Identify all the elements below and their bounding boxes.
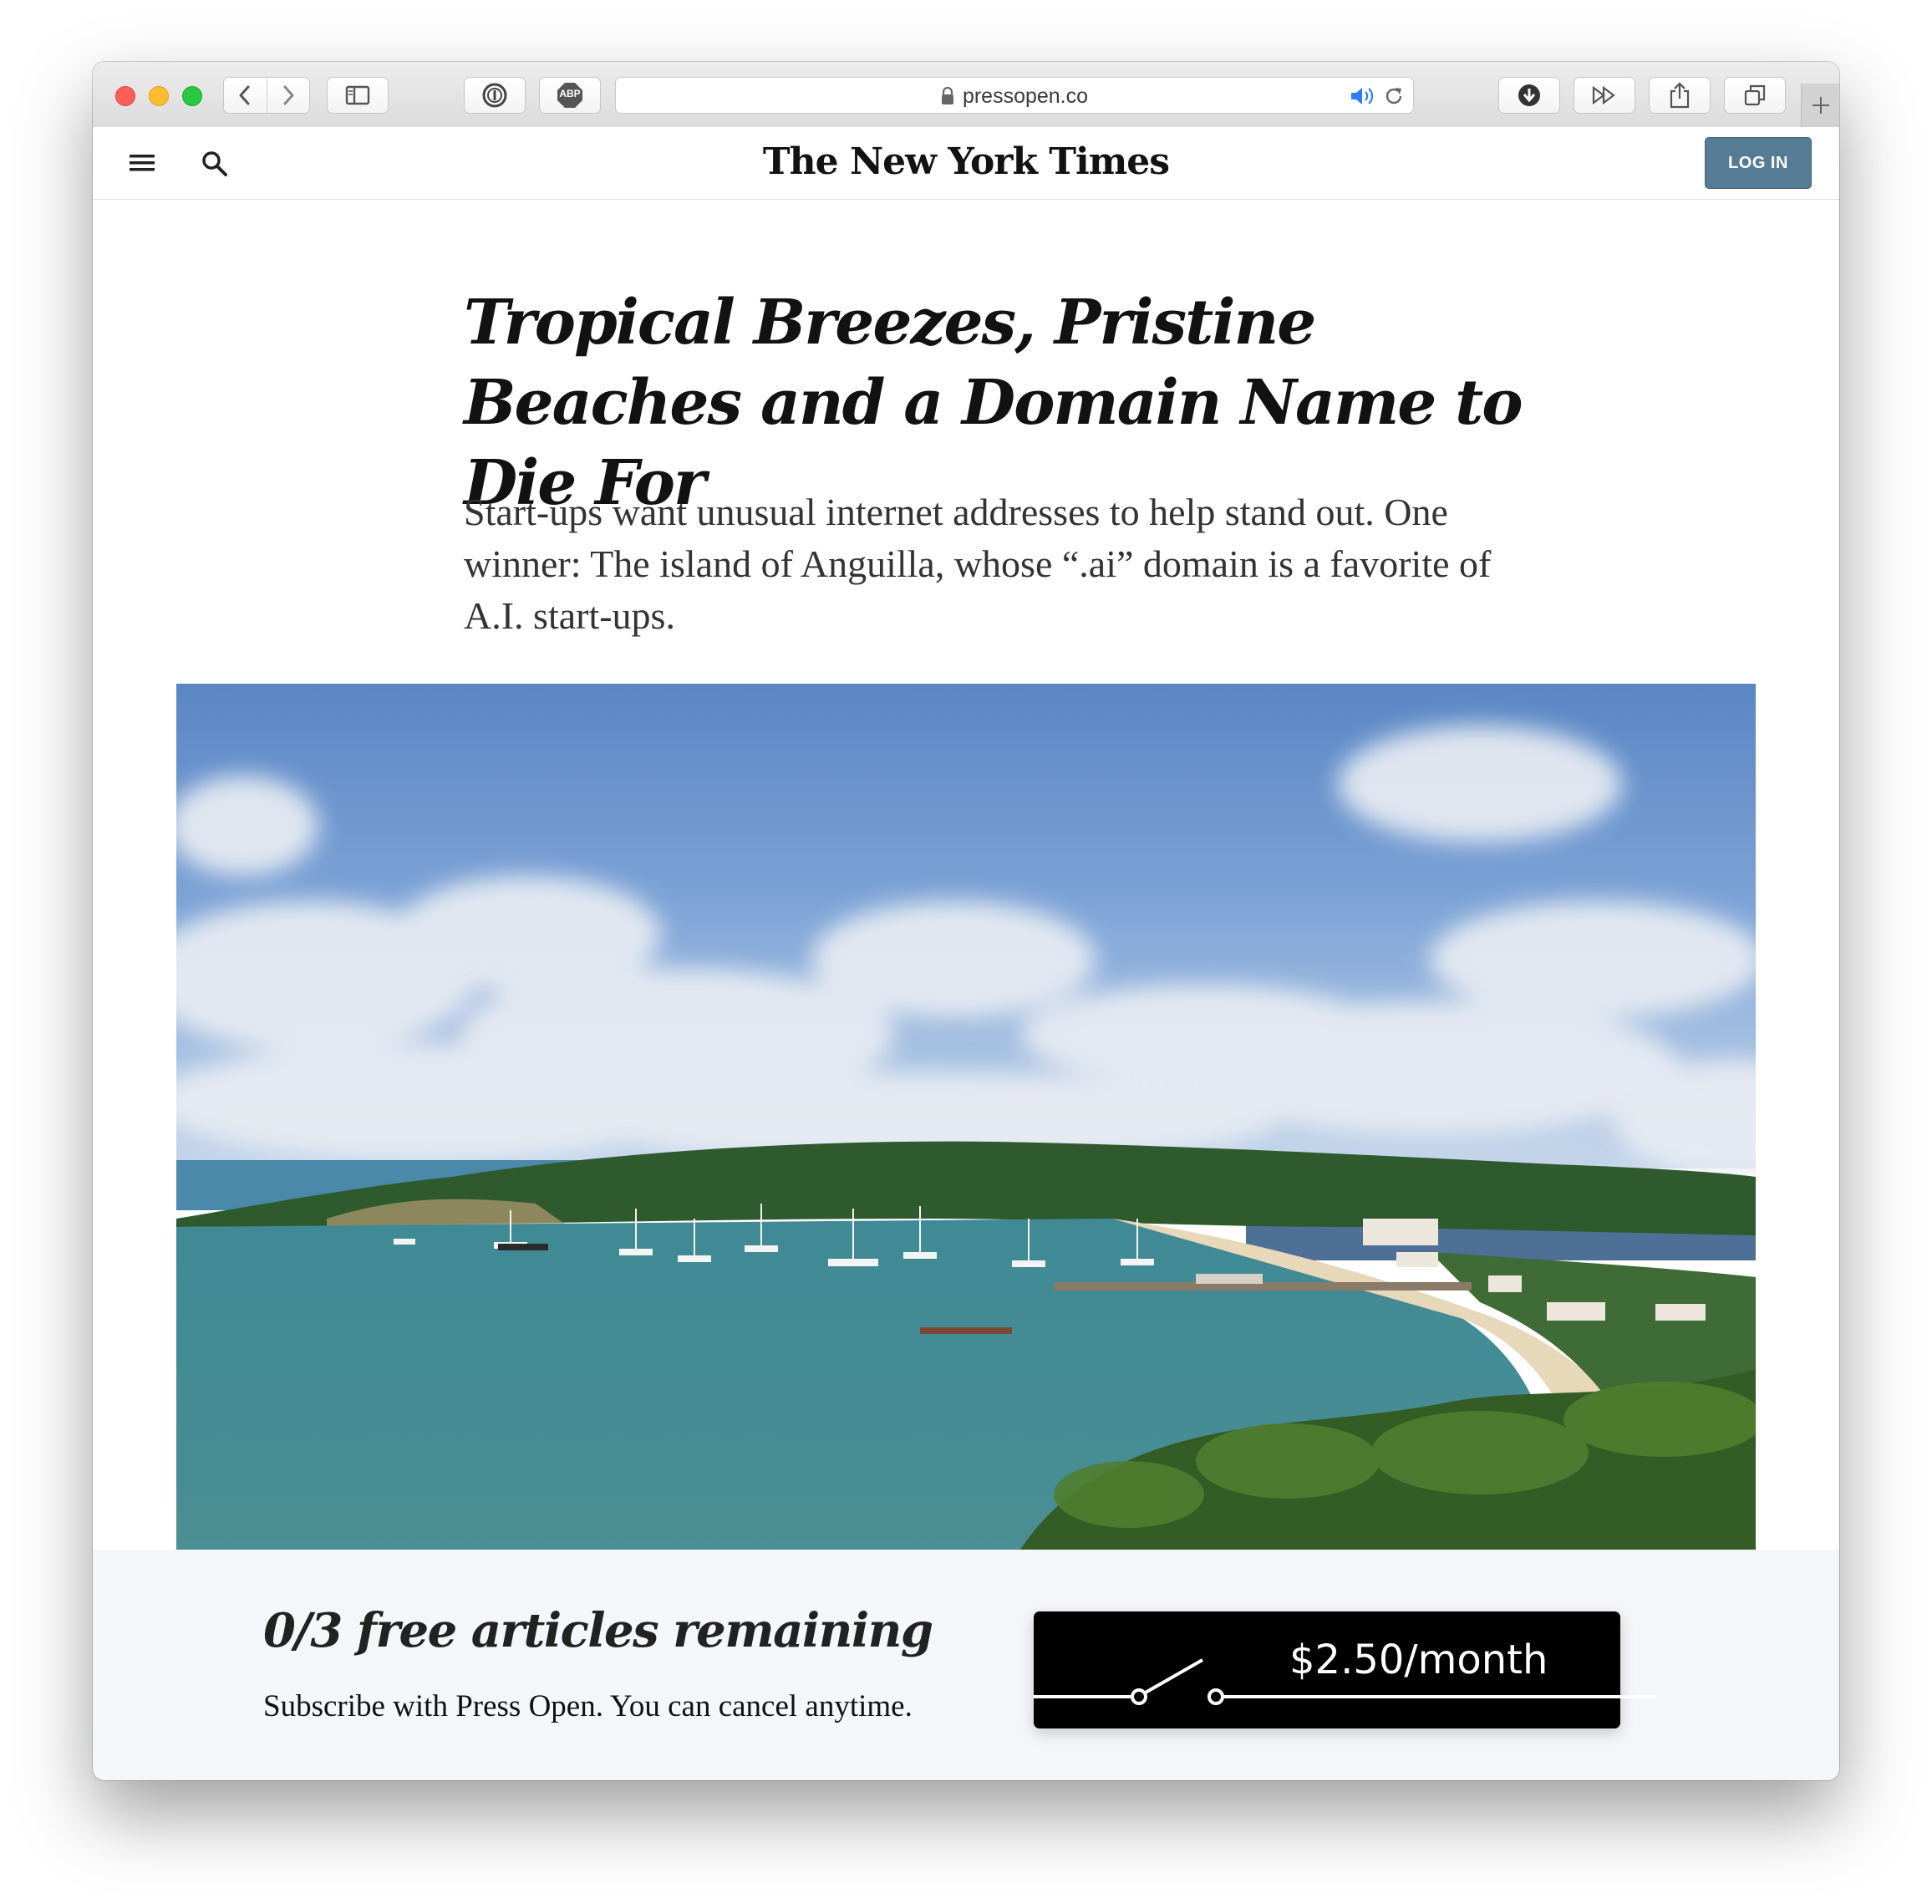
masthead-logo[interactable]: The New York Times xyxy=(93,140,1839,183)
forward-skip-icon xyxy=(1592,86,1615,104)
lock-icon xyxy=(941,87,953,104)
plus-icon xyxy=(1813,97,1829,114)
adblock-button[interactable]: ABP xyxy=(539,77,601,114)
back-forward-group xyxy=(223,77,310,114)
back-button[interactable] xyxy=(224,78,267,113)
forward-icon xyxy=(283,85,294,105)
download-icon xyxy=(1518,84,1540,106)
share-icon xyxy=(1670,82,1690,109)
article-photo xyxy=(176,684,1756,1550)
onepassword-icon xyxy=(482,83,507,108)
sidebar-button[interactable] xyxy=(327,77,389,114)
media-forward-button[interactable] xyxy=(1574,77,1635,114)
speaker-icon[interactable] xyxy=(1350,85,1376,107)
browser-window: ABP pressopen.co The New York Times LOG … xyxy=(93,62,1839,1780)
url-display: pressopen.co xyxy=(616,78,1413,115)
share-button[interactable] xyxy=(1649,77,1711,114)
tabs-overview-button[interactable] xyxy=(1724,77,1786,114)
free-articles-counter: 0/3 free articles remaining xyxy=(263,1603,933,1658)
adblock-label: ABP xyxy=(559,88,581,99)
new-tab-button[interactable] xyxy=(1801,84,1839,127)
url-text: pressopen.co xyxy=(962,84,1089,108)
close-window-button[interactable] xyxy=(115,86,135,106)
site-header: The New York Times LOG IN xyxy=(93,127,1839,200)
browser-toolbar: ABP pressopen.co xyxy=(93,62,1839,128)
forward-button[interactable] xyxy=(266,78,310,113)
minimize-window-button[interactable] xyxy=(149,86,169,106)
subscribe-message: Subscribe with Press Open. You can cance… xyxy=(263,1689,913,1723)
subscribe-price-button[interactable]: $2.50/month xyxy=(1034,1611,1655,1728)
paywall-banner: 0/3 free articles remaining Subscribe wi… xyxy=(93,1550,1839,1780)
reload-icon[interactable] xyxy=(1383,85,1405,107)
article-summary: Start-ups want unusual internet addresse… xyxy=(464,491,1492,637)
tabs-icon xyxy=(1744,84,1766,106)
downloads-button[interactable] xyxy=(1498,77,1560,114)
onepassword-button[interactable] xyxy=(464,77,526,114)
back-icon xyxy=(239,85,250,105)
price-label: $2.50/month xyxy=(1289,1637,1548,1683)
zoom-window-button[interactable] xyxy=(182,86,202,106)
address-bar[interactable]: pressopen.co xyxy=(615,77,1414,114)
login-button[interactable]: LOG IN xyxy=(1705,137,1812,189)
sidebar-icon xyxy=(345,85,370,105)
